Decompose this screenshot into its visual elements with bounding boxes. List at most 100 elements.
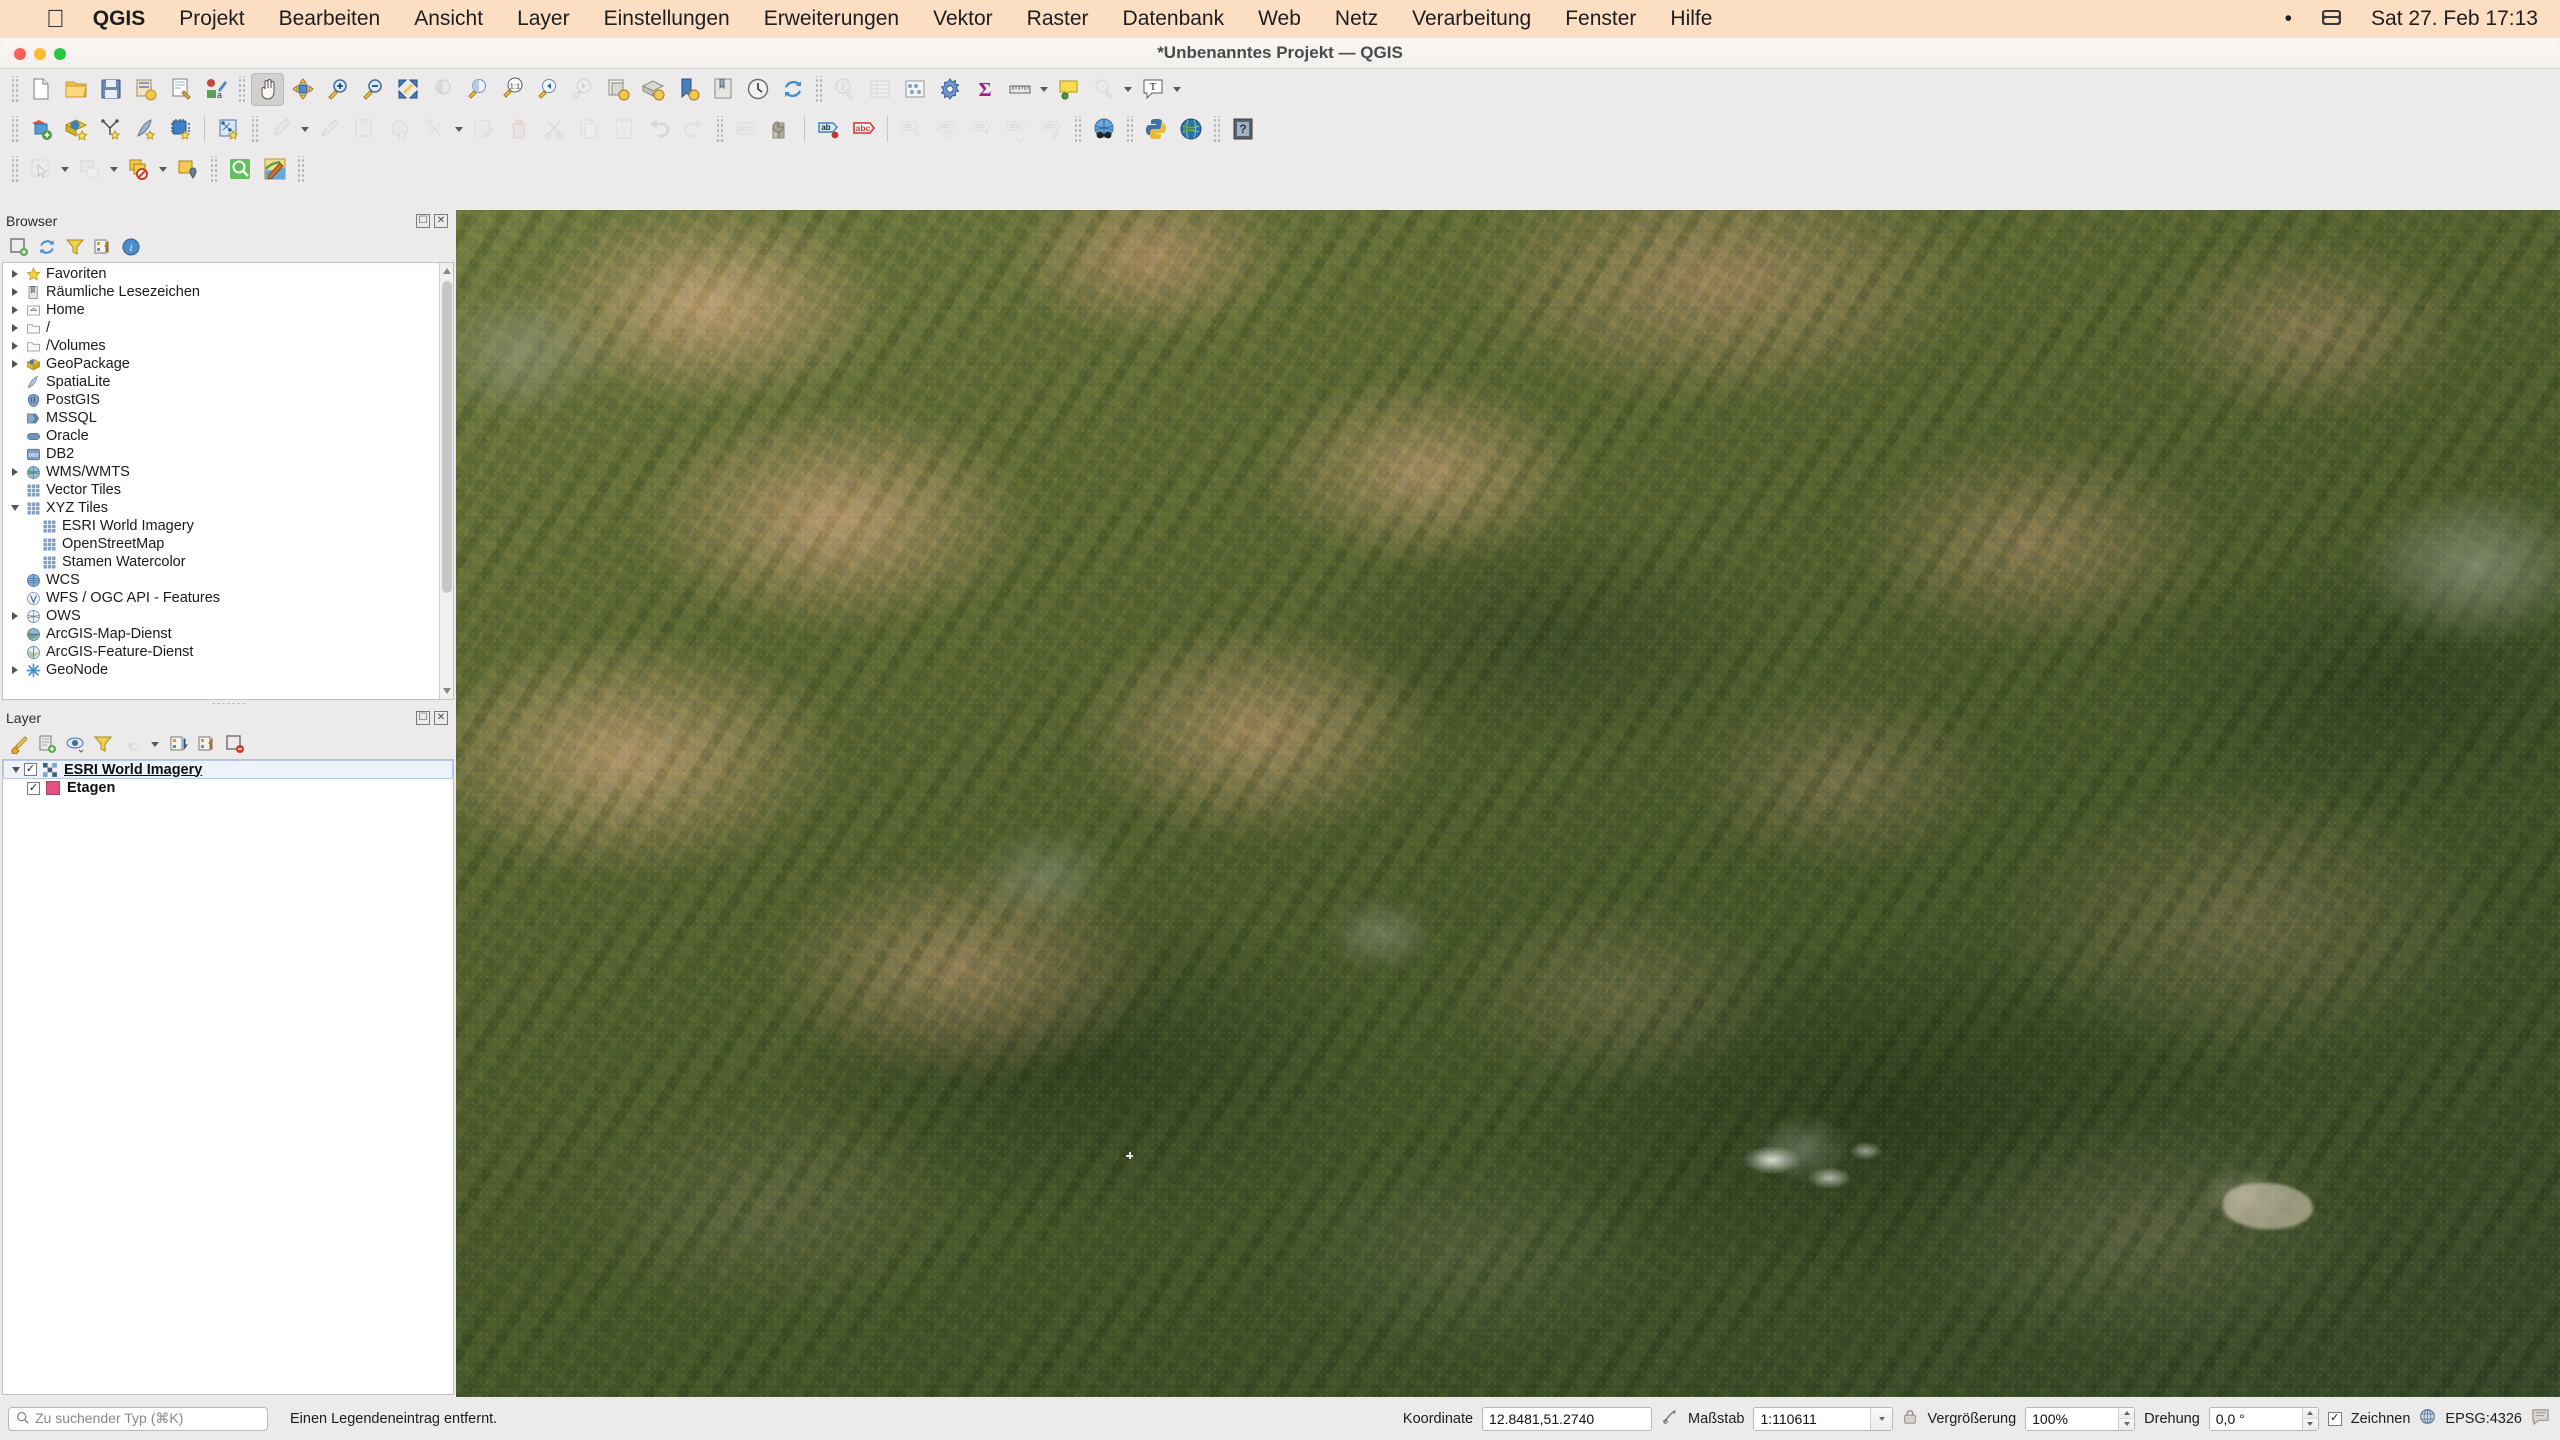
browser-item-wms-wmts[interactable]: WMS/WMTS <box>3 463 453 481</box>
apple-icon[interactable]:  <box>46 6 65 32</box>
browser-item-ows[interactable]: OWS <box>3 607 453 625</box>
zoom-native-icon[interactable]: 1:1 <box>496 73 529 106</box>
show-unplaced-labels-icon[interactable]: abc <box>930 113 963 146</box>
browser-item-mssql[interactable]: MSSQL <box>3 409 453 427</box>
field-calculator-icon[interactable]: Σ <box>968 73 1001 106</box>
browser-item-oracle[interactable]: Oracle <box>3 427 453 445</box>
rotation-stepper[interactable] <box>2301 1407 2318 1430</box>
toolbar-grip[interactable] <box>1212 116 1221 142</box>
scale-combo[interactable]: 1:110611 <box>1753 1406 1894 1431</box>
browser-item-postgis[interactable]: PostGIS <box>3 391 453 409</box>
menubar-clock[interactable]: Sat 27. Feb 17:13 <box>2371 7 2538 31</box>
new-map-view-icon[interactable] <box>601 73 634 106</box>
open-project-icon[interactable] <box>59 73 92 106</box>
expand-toggle-icon[interactable] <box>7 324 23 332</box>
browser-tree[interactable]: Favoriten Räumliche Lesezeichen Home / /… <box>2 262 454 700</box>
crs-label[interactable]: EPSG:4326 <box>2445 1411 2522 1427</box>
zoom-next-icon[interactable] <box>566 73 599 106</box>
undo-icon[interactable] <box>642 113 675 146</box>
browser-item-arcgis-map-dienst[interactable]: ArcGIS-Map-Dienst <box>3 625 453 643</box>
select-by-expression-icon[interactable] <box>73 153 106 186</box>
python-console-icon[interactable] <box>1139 113 1172 146</box>
highlight-pinned-labels-icon[interactable]: ab <box>812 113 845 146</box>
deselect-features-icon[interactable] <box>1087 73 1120 106</box>
expand-toggle-icon[interactable] <box>7 342 23 350</box>
expand-toggle-icon[interactable] <box>7 612 23 620</box>
toolbar-grip[interactable] <box>10 116 19 142</box>
browser-item-db2[interactable]: DB2 DB2 <box>3 445 453 463</box>
expand-toggle-icon[interactable] <box>7 666 23 674</box>
toolbar-grip[interactable] <box>1073 116 1082 142</box>
refresh-icon[interactable] <box>776 73 809 106</box>
menu-raster[interactable]: Raster <box>1027 7 1089 31</box>
menu-vektor[interactable]: Vektor <box>933 7 993 31</box>
menu-projekt[interactable]: Projekt <box>179 7 244 31</box>
current-edits-icon[interactable] <box>212 113 245 146</box>
edit-pencil-icon[interactable] <box>313 113 346 146</box>
menu-verarbeitung[interactable]: Verarbeitung <box>1412 7 1531 31</box>
minimize-window-button[interactable] <box>34 48 46 60</box>
show-hide-labels-icon[interactable]: ab <box>895 113 928 146</box>
deselect-all-dropdown-caret-icon[interactable] <box>156 153 170 186</box>
vertex-tool-icon[interactable] <box>418 113 451 146</box>
expand-toggle-icon[interactable] <box>7 360 23 368</box>
maximize-window-button[interactable] <box>54 48 66 60</box>
deselect-all-icon[interactable] <box>122 153 155 186</box>
save-layer-edits-icon[interactable] <box>348 113 381 146</box>
zoom-out-icon[interactable] <box>356 73 389 106</box>
browser-item-geopackage[interactable]: GeoPackage <box>3 355 453 373</box>
zoom-to-layer-icon[interactable] <box>461 73 494 106</box>
identify-features-icon[interactable]: i <box>828 73 861 106</box>
rotate-label-icon[interactable]: abc <box>1000 113 1033 146</box>
new-text-annotation-icon[interactable]: T <box>1136 73 1169 106</box>
menu-datenbank[interactable]: Datenbank <box>1123 7 1225 31</box>
browser-item-esri-world-imagery[interactable]: ESRI World Imagery <box>3 517 453 535</box>
toolbar-grip[interactable] <box>250 116 259 142</box>
add-postgis-layer-icon[interactable] <box>164 113 197 146</box>
layer-tree[interactable]: ✓ ESRI World Imagery ✓ Etagen <box>2 759 454 1395</box>
copy-features-icon[interactable] <box>572 113 605 146</box>
browser-undock-icon[interactable]: ☐ <box>416 214 430 228</box>
select-value-icon[interactable] <box>171 153 204 186</box>
menu-web[interactable]: Web <box>1258 7 1301 31</box>
menu-netz[interactable]: Netz <box>1335 7 1378 31</box>
delete-selected-icon[interactable] <box>502 113 535 146</box>
browser-item-raeumliche-lesezeichen[interactable]: Räumliche Lesezeichen <box>3 283 453 301</box>
deselect-dropdown-caret-icon[interactable] <box>1121 73 1135 106</box>
menu-erweiterungen[interactable]: Erweiterungen <box>764 7 899 31</box>
browser-item-wfs-ogc-api-features[interactable]: WFS / OGC API - Features <box>3 589 453 607</box>
pin-labels-icon[interactable]: abc <box>847 113 880 146</box>
properties-info-icon[interactable]: i <box>120 236 142 258</box>
search-input[interactable]: Zu suchender Typ (⌘K) <box>8 1406 268 1431</box>
layer-row-esri-world-imagery[interactable]: ✓ ESRI World Imagery <box>3 760 453 779</box>
message-log-icon[interactable] <box>2531 1407 2550 1430</box>
help-icon[interactable]: ? <box>1226 113 1259 146</box>
editing-dropdown-caret-icon[interactable] <box>298 113 312 146</box>
layer-visibility-checkbox[interactable]: ✓ <box>27 781 40 795</box>
browser-item-spatialite[interactable]: SpatiaLite <box>3 373 453 391</box>
browser-tree-scrollbar[interactable] <box>439 263 453 699</box>
browser-item-openstreetmap[interactable]: OpenStreetMap <box>3 535 453 553</box>
browser-item-xyz-tiles[interactable]: XYZ Tiles <box>3 499 453 517</box>
menu-layer[interactable]: Layer <box>517 7 570 31</box>
menu-ansicht[interactable]: Ansicht <box>414 7 483 31</box>
modify-attributes-icon[interactable] <box>467 113 500 146</box>
search-locator-icon[interactable] <box>223 153 256 186</box>
measure-line-icon[interactable] <box>1003 73 1036 106</box>
toolbar-grip[interactable] <box>10 156 19 182</box>
vertex-dropdown-caret-icon[interactable] <box>452 113 466 146</box>
new-print-layout-icon[interactable] <box>164 73 197 106</box>
save-project-icon[interactable] <box>94 73 127 106</box>
panel-splitter[interactable] <box>0 700 456 707</box>
lock-scale-icon[interactable] <box>1902 1408 1918 1430</box>
measure-dropdown-caret-icon[interactable] <box>1037 73 1051 106</box>
layer-visibility-checkbox[interactable]: ✓ <box>24 763 37 776</box>
remove-layer-icon[interactable] <box>224 733 246 755</box>
layer-close-icon[interactable]: ✕ <box>434 711 448 725</box>
select-expression-dropdown-caret-icon[interactable] <box>107 153 121 186</box>
toolbar-grip[interactable] <box>209 156 218 182</box>
menu-einstellungen[interactable]: Einstellungen <box>604 7 730 31</box>
browser-item-geonode[interactable]: GeoNode <box>3 661 453 679</box>
control-center-icon[interactable] <box>2322 10 2342 25</box>
toolbar-grip[interactable] <box>715 116 724 142</box>
